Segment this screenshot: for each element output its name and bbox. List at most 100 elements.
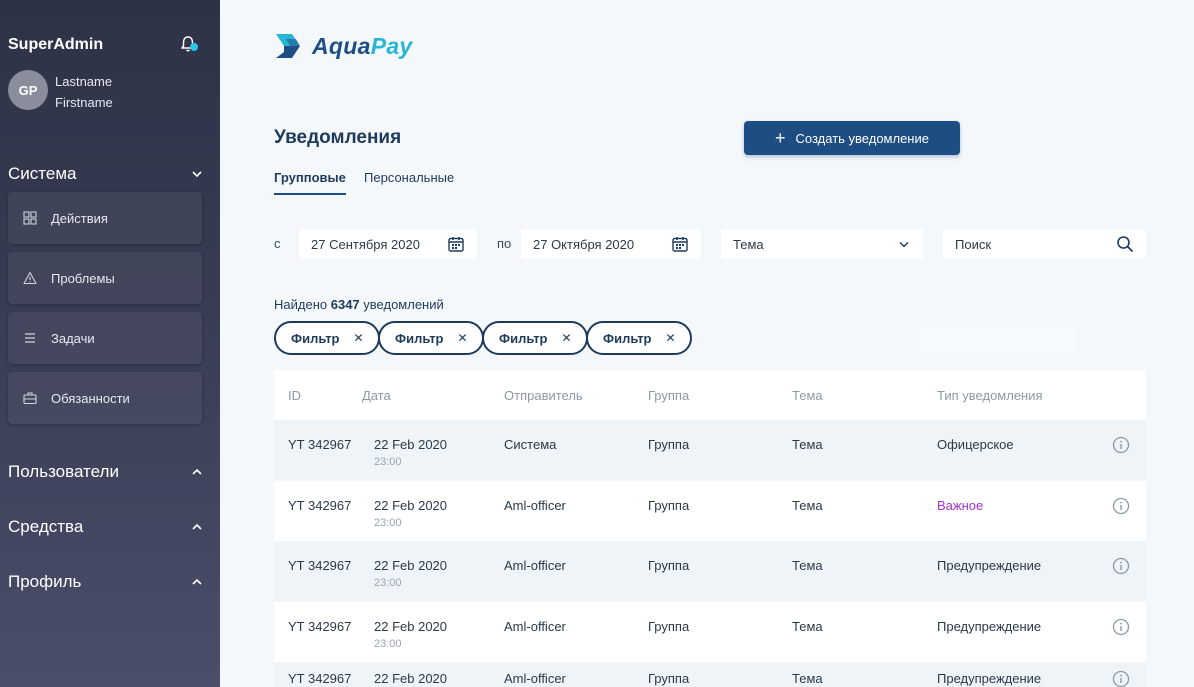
section-profile[interactable]: Профиль	[8, 570, 204, 594]
logo-text: AquaPay	[312, 33, 413, 60]
results-count: Найдено 6347 уведомлений	[274, 297, 444, 312]
filter-chip-label: Фильтр	[291, 330, 340, 346]
cell-id: YT 342967	[288, 437, 352, 452]
chevron-down-icon	[899, 241, 909, 248]
page-title: Уведомления	[274, 127, 402, 148]
cell-topic: Тема	[792, 558, 823, 573]
info-icon[interactable]	[1112, 557, 1130, 575]
section-system-label: Система	[8, 164, 77, 183]
cell-group: Группа	[648, 437, 690, 452]
filter-chip[interactable]: Фильтр ✕	[586, 321, 692, 355]
cell-sender: Aml-officer	[504, 671, 566, 686]
date-to-value: 27 Октября 2020	[533, 236, 635, 252]
logo-mark-icon	[276, 34, 300, 58]
column-header-type[interactable]: Тип уведомления	[937, 388, 1043, 403]
cell-group: Группа	[648, 671, 690, 686]
chevron-up-icon	[192, 523, 202, 530]
sidebar-item-label: Обязанности	[51, 390, 130, 406]
notifications-table: ID Дата Отправитель Группа Тема Тип увед…	[274, 370, 1146, 687]
sidebar-item-problems[interactable]: Проблемы	[8, 252, 202, 304]
column-header-topic[interactable]: Тема	[792, 388, 823, 403]
search-placeholder: Поиск	[955, 236, 992, 252]
cell-date: 22 Feb 2020	[374, 671, 448, 686]
tab-group[interactable]: Групповые	[274, 170, 346, 195]
section-users-label: Пользователи	[8, 462, 119, 481]
sidebar-item-label: Задачи	[51, 330, 95, 346]
column-header-date[interactable]: Дата	[362, 388, 391, 403]
plus-icon: +	[775, 128, 786, 148]
filter-chip[interactable]: Фильтр ✕	[378, 321, 484, 355]
topic-select[interactable]: Тема	[721, 229, 923, 259]
table-row[interactable]: YT 342967 22 Feb 2020 23:00 Система Груп…	[274, 420, 1146, 480]
table-row[interactable]: YT 342967 22 Feb 2020 23:00 Aml-officer …	[274, 541, 1146, 601]
briefcase-icon	[23, 392, 37, 405]
create-notification-label: Создать уведомление	[795, 130, 929, 146]
cell-date: 22 Feb 2020	[374, 619, 448, 634]
calendar-icon[interactable]	[671, 235, 689, 253]
user-name: Lastname Firstname	[55, 71, 113, 113]
close-icon[interactable]: ✕	[354, 331, 364, 345]
cell-group: Группа	[648, 558, 690, 573]
grid-icon	[23, 211, 37, 225]
filter-chip-label: Фильтр	[603, 330, 652, 346]
cell-type: Предупреждение	[937, 619, 1042, 634]
results-prefix: Найдено	[274, 297, 328, 312]
search-field[interactable]: Поиск	[943, 229, 1146, 259]
section-users[interactable]: Пользователи	[8, 460, 204, 484]
table-row[interactable]: YT 342967 22 Feb 2020 23:00 Aml-officer …	[274, 602, 1146, 662]
section-assets[interactable]: Средства	[8, 515, 204, 539]
cell-time: 23:00	[374, 577, 402, 589]
column-header-id[interactable]: ID	[288, 388, 301, 403]
table-row[interactable]: YT 342967 22 Feb 2020 Aml-officer Группа…	[274, 662, 1146, 687]
sidebar: SuperAdmin GP Lastname Firstname Система…	[0, 0, 220, 687]
close-icon[interactable]: ✕	[562, 331, 572, 345]
cell-type: Предупреждение	[937, 558, 1042, 573]
results-suffix: уведомлений	[363, 297, 444, 312]
cell-id: YT 342967	[288, 619, 352, 634]
search-icon[interactable]	[1116, 235, 1134, 253]
cell-date: 22 Feb 2020	[374, 498, 448, 513]
filter-chip[interactable]: Фильтр ✕	[274, 321, 380, 355]
close-icon[interactable]: ✕	[666, 331, 676, 345]
sidebar-item-tasks[interactable]: Задачи	[8, 312, 202, 364]
cell-id: YT 342967	[288, 671, 352, 686]
column-header-sender[interactable]: Отправитель	[504, 388, 583, 403]
cell-date: 22 Feb 2020	[374, 558, 448, 573]
cell-type: Важное	[937, 498, 984, 513]
cell-id: YT 342967	[288, 558, 352, 573]
info-icon[interactable]	[1112, 436, 1130, 454]
notification-dot	[190, 43, 198, 51]
create-notification-button[interactable]: + Создать уведомление	[744, 121, 960, 155]
column-header-group[interactable]: Группа	[648, 388, 689, 403]
logo-pay: Pay	[370, 32, 413, 59]
brand-logo[interactable]: AquaPay	[274, 30, 413, 62]
sidebar-item-duties[interactable]: Обязанности	[8, 372, 202, 424]
sidebar-item-label: Проблемы	[51, 270, 115, 286]
user-firstname: Firstname	[55, 95, 113, 110]
date-to-field[interactable]: 27 Октября 2020	[521, 229, 701, 259]
filter-chip-label: Фильтр	[499, 330, 548, 346]
date-from-field[interactable]: 27 Сентября 2020	[299, 229, 477, 259]
info-icon[interactable]	[1112, 497, 1130, 515]
table-header: ID Дата Отправитель Группа Тема Тип увед…	[274, 370, 1146, 420]
table-row[interactable]: YT 342967 22 Feb 2020 23:00 Aml-officer …	[274, 481, 1146, 541]
info-icon[interactable]	[1112, 618, 1130, 636]
cell-time: 23:00	[374, 456, 402, 468]
reset-filters-button[interactable]	[918, 321, 1076, 355]
sidebar-item-actions[interactable]: Действия	[8, 192, 202, 244]
info-icon[interactable]	[1112, 670, 1130, 687]
filter-chip[interactable]: Фильтр ✕	[482, 321, 588, 355]
chevron-up-icon	[192, 578, 202, 585]
calendar-icon[interactable]	[447, 235, 465, 253]
cell-topic: Тема	[792, 498, 823, 513]
cell-id: YT 342967	[288, 498, 352, 513]
cell-type: Предупреждение	[937, 671, 1042, 686]
chevron-down-icon	[192, 171, 202, 178]
tab-personal[interactable]: Персональные	[364, 170, 454, 185]
date-from-value: 27 Сентября 2020	[311, 236, 420, 252]
cell-sender: Aml-officer	[504, 498, 566, 513]
section-system[interactable]: Система	[8, 162, 204, 186]
avatar[interactable]: GP	[8, 70, 48, 110]
close-icon[interactable]: ✕	[458, 331, 468, 345]
section-profile-label: Профиль	[8, 572, 82, 591]
